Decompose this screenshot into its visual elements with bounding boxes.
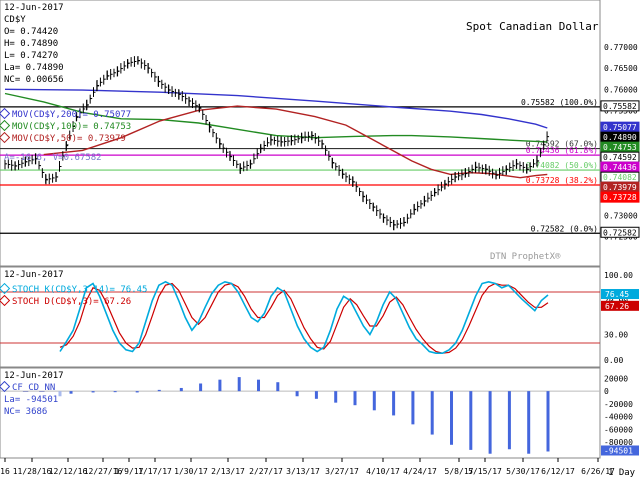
cot-bar (430, 391, 434, 435)
ohlc-readout-item: H= 0.74890 (4, 39, 58, 49)
stoch-legend-entry: STOCH D(CD$Y,3)= 67.26 (12, 297, 131, 307)
x-tick-label: 2/27/17 (249, 467, 283, 476)
cot-bar (450, 391, 454, 445)
cot-bar (135, 391, 139, 393)
cot-bar (237, 377, 241, 392)
legend-entry: MOV(CD$Y,200)= 0.75077 (12, 110, 131, 120)
x-tick-label: 11/28/16 (13, 467, 52, 476)
cot-readout-item: NC= 3686 (4, 407, 47, 417)
extra-readout: A=-16.6, V=0.67582 (4, 153, 102, 163)
cot-legend-title: CF_CD_NN (12, 383, 55, 393)
cot-bar (218, 379, 222, 392)
cot-bar (546, 391, 550, 452)
x-tick-label: 16 (0, 467, 10, 476)
price-badge-label: 0.74592 (603, 153, 637, 162)
x-tick-label: 3/27/17 (325, 467, 359, 476)
price-badge-label: 0.74082 (603, 173, 637, 182)
cot-y-tick: -60000 (604, 425, 633, 434)
stoch-badge-label: 76.45 (605, 290, 629, 299)
cot-badge-label: -94501 (604, 446, 633, 455)
cot-bar (527, 391, 531, 454)
chart-title: Spot Canadian Dollar (466, 20, 599, 33)
period-label: 1 Day (608, 468, 636, 478)
cot-y-tick: -40000 (604, 413, 633, 422)
x-tick-label: 4/10/17 (366, 467, 400, 476)
price-badge-label: 0.74753 (603, 143, 637, 152)
cot-bar (469, 391, 473, 450)
fib-level-label: 0.72582 (0.0%) (531, 224, 598, 233)
cot-bar (257, 379, 261, 392)
stoch-badge-label: 67.26 (605, 302, 629, 311)
price-y-tick: 0.73000 (604, 212, 638, 221)
price-badge-label: 0.75582 (603, 102, 637, 111)
price-y-tick: 0.77000 (604, 43, 638, 52)
ohlc-readout-item: O= 0.74420 (4, 27, 58, 37)
x-tick-label: 2/13/17 (211, 467, 245, 476)
cot-bar (314, 391, 318, 399)
stoch-y-tick: 100.00 (604, 271, 633, 280)
stochastic-panel-frame (0, 266, 601, 368)
x-tick-label: 12/12/16 (49, 467, 88, 476)
cot-y-tick: 20000 (604, 374, 628, 383)
cot-bar (91, 391, 95, 393)
ohlc-readout-item: La= 0.74890 (4, 63, 64, 73)
cot-bar (179, 387, 183, 392)
cot-bar (488, 391, 492, 454)
fib-level-label: 0.73728 (38.2%) (526, 176, 598, 185)
legend-entry: MOV(CD$Y,100)= 0.74753 (12, 122, 131, 132)
stoch-date: 12-Jun-2017 (4, 270, 64, 280)
x-tick-label: 5/15/17 (468, 467, 502, 476)
cot-date: 12-Jun-2017 (4, 371, 64, 381)
cot-bar (372, 391, 376, 411)
cot-y-tick: -20000 (604, 400, 633, 409)
watermark: DTN ProphetX® (490, 252, 561, 262)
cot-y-tick: 0 (604, 387, 609, 396)
cot-bar (113, 391, 117, 393)
x-tick-label: 5/30/17 (506, 467, 540, 476)
cot-bar (157, 389, 161, 392)
price-badge-label: 0.74436 (603, 163, 637, 172)
x-tick-label: 3/13/17 (286, 467, 320, 476)
price-badge-label: 0.75077 (603, 123, 637, 132)
cot-bar (199, 383, 203, 392)
cot-bar (411, 391, 415, 425)
cot-bar (334, 391, 338, 403)
x-tick-label: 4/24/17 (403, 467, 437, 476)
legend-entry: MOV(CD$Y,50)= 0.73979 (12, 134, 126, 144)
cot-bar (58, 391, 62, 397)
chart-canvas: 0.770000.765000.760000.755000.750000.745… (0, 0, 640, 478)
ohlc-readout-item: NC= 0.00656 (4, 75, 64, 85)
cot-bar (392, 391, 396, 416)
cot-bar (276, 382, 280, 392)
x-axis: 16 11/28/1612/12/1612/27/161/9/171/17/17 1… (0, 458, 615, 476)
cot-bar (295, 391, 299, 397)
spot-canadian-dollar-chart: 0.770000.765000.760000.755000.750000.745… (0, 0, 640, 480)
price-badge-label: 0.74890 (603, 133, 637, 142)
price-y-tick: 0.76500 (604, 64, 638, 73)
x-tick-label: 1/17/17 (138, 467, 172, 476)
price-y-tick: 0.76000 (604, 85, 638, 94)
cot-bar (507, 391, 511, 450)
price-date: 12-Jun-2017 (4, 3, 64, 13)
x-tick-label: 6/12/17 (541, 467, 575, 476)
price-badge-label: 0.73728 (603, 193, 637, 202)
fib-level-label: 0.74436 (61.8%) (526, 146, 598, 155)
cot-bar (69, 391, 73, 394)
cot-readout-item: La= -94501 (4, 395, 58, 405)
price-badge-label: 0.73979 (603, 183, 637, 192)
price-symbol: CD$Y (4, 15, 26, 25)
cot-bar (353, 391, 357, 406)
stoch-legend-entry: STOCH K(CD$Y,3,14)= 76.45 (12, 285, 147, 295)
ohlc-readout-item: L= 0.74270 (4, 51, 58, 61)
price-badge-label: 0.72582 (603, 228, 637, 237)
fib-level-label: 0.75582 (100.0%) (521, 98, 598, 107)
price-panel-frame (0, 0, 601, 267)
stoch-y-tick: 30.00 (604, 331, 628, 340)
x-tick-label: 1/30/17 (174, 467, 208, 476)
stoch-y-tick: 0.00 (604, 356, 623, 365)
